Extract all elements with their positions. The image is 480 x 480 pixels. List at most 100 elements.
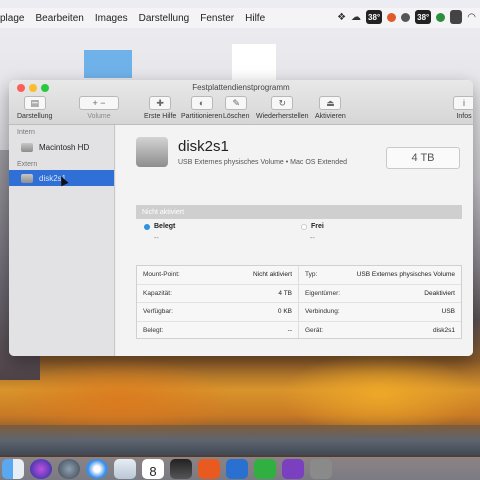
dropbox-icon[interactable]: ❖ [337, 12, 346, 23]
internal-disk-icon [21, 142, 33, 152]
first-aid-icon: ✚ [149, 96, 172, 110]
legend-belegt-label: Belegt [154, 223, 176, 230]
info-icon: i [453, 96, 473, 110]
mail-icon[interactable] [114, 458, 136, 479]
legend-frei-label: Frei [311, 223, 324, 230]
info-value: USB [441, 308, 455, 316]
erase-label: Löschen [223, 113, 250, 120]
wallpaper-water [0, 425, 480, 455]
belegt-color-dot [144, 223, 150, 230]
partition-button[interactable]: ◐ Partitionieren [181, 96, 222, 120]
battery-status-icon[interactable] [436, 12, 446, 22]
temperature-badge-1[interactable]: 38° [366, 10, 383, 24]
restore-icon: ↻ [271, 96, 294, 110]
info-row: Belegt: -- [137, 322, 298, 341]
frei-color-dot [301, 223, 307, 230]
menu-images[interactable]: Images [95, 13, 128, 24]
sidebar-item-macintosh-hd[interactable]: Macintosh HD [9, 139, 114, 155]
menu-ablage[interactable]: plage [0, 13, 24, 24]
finder-icon[interactable] [2, 458, 24, 479]
menu-darstellung[interactable]: Darstellung [139, 13, 190, 24]
info-row: Mount-Point: Nicht aktiviert [137, 266, 298, 285]
first-aid-label: Erste Hilfe [144, 113, 177, 120]
siri-icon[interactable] [30, 458, 52, 479]
usage-bar: Nicht aktiviert [136, 205, 462, 219]
app-icon-gray[interactable] [310, 458, 332, 479]
info-column-left: Mount-Point: Nicht aktiviert Kapazität: 4 … [137, 266, 299, 338]
partition-label: Partitionieren [181, 113, 223, 120]
restore-button[interactable]: ↻ Wiederherstellen [256, 96, 309, 120]
safari-icon[interactable] [86, 458, 108, 479]
disk-utility-window: Festplattendienstprogramm ▤ Darstellung … [9, 80, 473, 356]
info-row: Verbindung: USB [299, 303, 461, 322]
partition-icon: ◐ [190, 96, 213, 110]
info-value: 0 KB [277, 308, 292, 316]
legend-frei: Frei [301, 223, 324, 230]
info-value: disk2s1 [432, 327, 455, 335]
dock: 8 [0, 457, 480, 480]
desktop-item-blue[interactable] [84, 50, 132, 78]
info-value: USB Externes physisches Volume [356, 271, 455, 279]
fan-icon[interactable] [401, 12, 411, 22]
info-row: Verfügbar: 0 KB [137, 303, 298, 322]
photo-booth-icon[interactable] [170, 458, 192, 479]
sidebar-section-intern: Intern [17, 129, 35, 136]
erase-button[interactable]: ✎ Löschen [223, 96, 249, 120]
wifi-icon[interactable]: ◠ [467, 12, 476, 23]
belegt-value: -- [154, 235, 159, 242]
app-icon-purple[interactable] [282, 458, 304, 479]
app-icon-orange[interactable] [198, 458, 220, 479]
sync-icon[interactable]: ☁ [351, 12, 361, 23]
info-button[interactable]: i Infos [453, 96, 473, 120]
view-label: Darstellung [17, 113, 53, 120]
info-key: Gerät: [305, 327, 324, 335]
disk-size: 4 TB [386, 147, 460, 169]
legend-belegt: Belegt [144, 223, 175, 230]
volume-button[interactable]: + − Volume [79, 96, 119, 120]
external-disk-icon [21, 173, 33, 183]
desktop-item-white[interactable] [232, 44, 276, 82]
info-key: Typ: [305, 271, 318, 279]
info-row: Typ: USB Externes physisches Volume [299, 266, 461, 285]
view-button[interactable]: ▤ Darstellung [17, 96, 52, 120]
usage-bar-label: Nicht aktiviert [142, 208, 185, 216]
menu-fenster[interactable]: Fenster [200, 13, 234, 24]
info-column-right: Typ: USB Externes physisches Volume Eigen… [299, 266, 461, 338]
status-dot-icon[interactable] [387, 12, 397, 22]
launchpad-icon[interactable] [58, 458, 80, 479]
info-key: Mount-Point: [143, 271, 180, 279]
window-title: Festplattendienstprogramm [192, 83, 290, 92]
disk-description: USB Externes physisches Volume • Mac OS … [178, 159, 347, 166]
app-icon-green[interactable] [254, 458, 276, 479]
add-remove-volume-icon: + − [79, 96, 119, 110]
disk-name: disk2s1 [178, 138, 229, 155]
sidebar: Intern Macintosh HD Extern disk2s1 [9, 125, 115, 356]
detail-pane: disk2s1 USB Externes physisches Volume •… [116, 125, 473, 356]
app-icon-blue[interactable] [226, 458, 248, 479]
frei-value: -- [310, 235, 315, 242]
restore-label: Wiederherstellen [256, 113, 309, 120]
airplay-icon[interactable] [450, 10, 463, 24]
info-row: Kapazität: 4 TB [137, 285, 298, 303]
info-key: Eigentümer: [305, 289, 341, 297]
window-toolbar: Festplattendienstprogramm ▤ Darstellung … [9, 80, 473, 125]
volume-label: Volume [87, 113, 111, 120]
info-label: Infos [456, 113, 472, 120]
info-value: Nicht aktiviert [252, 271, 292, 279]
info-value: 4 TB [278, 289, 292, 297]
info-key: Verbindung: [305, 308, 340, 316]
info-value: -- [287, 327, 292, 335]
mount-icon: ⏏ [319, 96, 342, 110]
info-row: Eigentümer: Deaktiviert [299, 285, 461, 303]
hard-disk-icon [136, 137, 168, 167]
menu-bearbeiten[interactable]: Bearbeiten [35, 13, 83, 24]
info-row: Gerät: disk2s1 [299, 322, 461, 341]
info-value: Deaktiviert [424, 289, 455, 297]
temperature-badge-2[interactable]: 38° [415, 10, 432, 24]
first-aid-button[interactable]: ✚ Erste Hilfe [144, 96, 176, 120]
erase-icon: ✎ [225, 96, 248, 110]
info-key: Kapazität: [143, 289, 172, 297]
calendar-icon[interactable]: 8 [142, 458, 164, 479]
menu-hilfe[interactable]: Hilfe [245, 13, 265, 24]
mount-button[interactable]: ⏏ Aktivieren [315, 96, 346, 120]
